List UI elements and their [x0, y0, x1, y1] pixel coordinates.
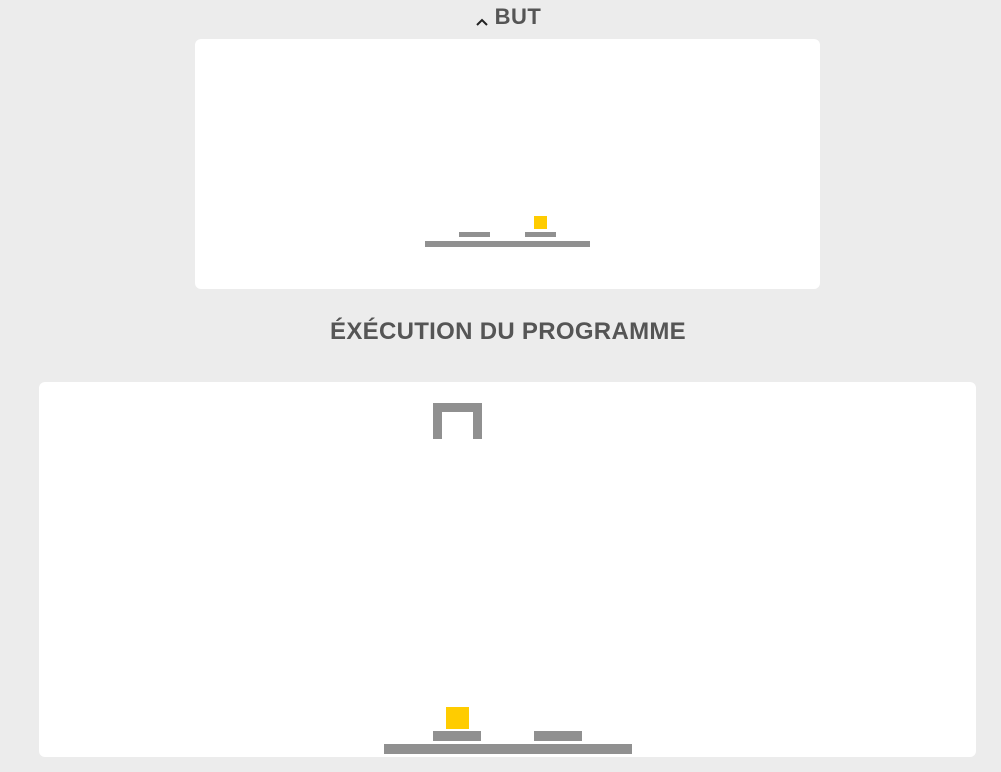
execution-left-platform: [433, 731, 481, 741]
goal-block: [534, 216, 547, 229]
goal-title: BUT: [494, 4, 542, 29]
goal-right-platform: [525, 232, 556, 237]
execution-title: ÉXÉCUTION DU PROGRAMME: [330, 318, 686, 345]
goal-toggle-button[interactable]: BUT: [475, 4, 542, 30]
execution-block: [446, 707, 469, 729]
claw-icon: [433, 403, 482, 439]
goal-floor-platform: [425, 241, 590, 247]
execution-panel: [39, 382, 976, 757]
crane-claw: [433, 403, 482, 439]
chevron-up-icon: [475, 18, 488, 26]
goal-panel: [195, 39, 820, 289]
goal-left-platform: [459, 232, 490, 237]
execution-floor-platform: [384, 744, 632, 754]
puzzle-page: BUT ÉXÉCUTION DU PROGRAMME: [0, 0, 1001, 772]
goal-header: BUT: [0, 4, 1001, 30]
execution-right-platform: [534, 731, 582, 741]
